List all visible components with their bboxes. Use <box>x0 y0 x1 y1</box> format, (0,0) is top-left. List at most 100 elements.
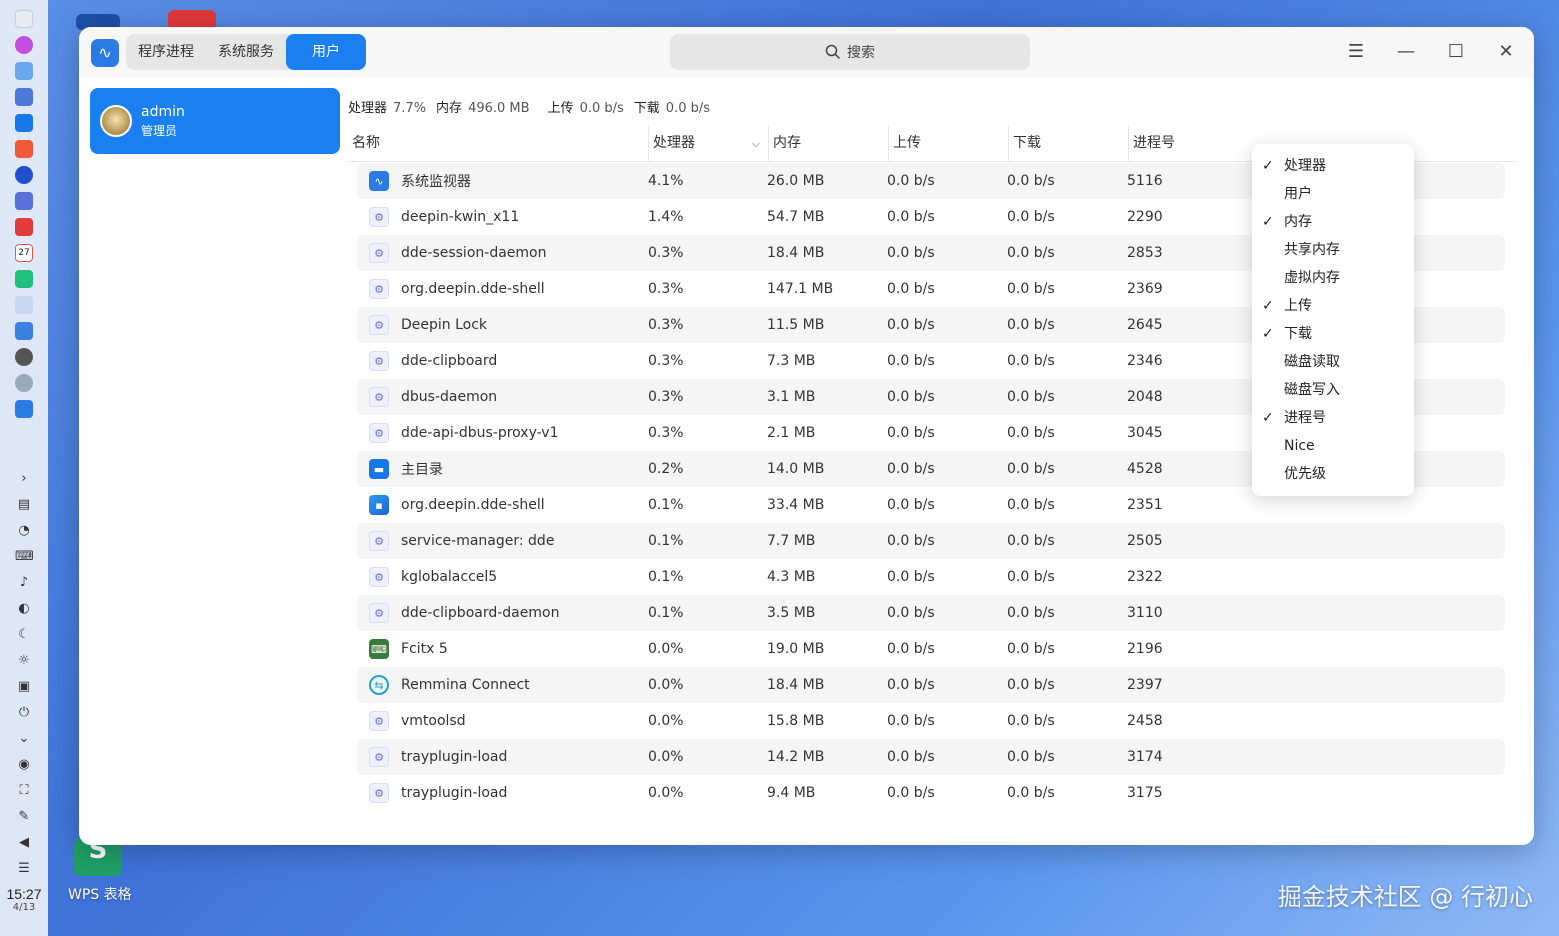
chevron-down-circle-icon[interactable]: ⌄ <box>15 730 33 748</box>
launcher-icon[interactable] <box>15 10 33 28</box>
file-manager-icon[interactable] <box>15 114 33 132</box>
settings-icon[interactable] <box>15 348 33 366</box>
generic-process-icon: ⚙ <box>369 711 389 731</box>
maximize-button[interactable]: ☐ <box>1440 36 1472 68</box>
search-placeholder: 搜索 <box>847 45 875 61</box>
cell-cpu: 0.0% <box>648 713 684 729</box>
menu-item-column[interactable]: Nice <box>1252 432 1414 460</box>
menu-item-column[interactable]: ✓ 进程号 <box>1252 404 1414 432</box>
browser-icon[interactable] <box>15 36 33 54</box>
toggles-icon[interactable]: ☰ <box>15 860 33 878</box>
mail-icon[interactable] <box>15 192 33 210</box>
pen-icon[interactable]: ✎ <box>15 808 33 826</box>
menu-item-column[interactable]: 磁盘写入 <box>1252 376 1414 404</box>
cell-name: ▬ 主目录 <box>357 459 647 479</box>
process-name: org.deepin.dde-shell <box>401 281 545 297</box>
menu-item-column[interactable]: 用户 <box>1252 180 1414 208</box>
window-icon[interactable]: ▣ <box>15 678 33 696</box>
table-row[interactable]: ⚙ service-manager: dde 0.1% 7.7 MB 0.0 b/s 0.… <box>357 523 1505 559</box>
summary-cpu-label: 处理器 <box>348 101 388 116</box>
cell-mem: 2.1 MB <box>767 425 816 441</box>
power-icon[interactable]: ⏻ <box>15 704 33 722</box>
cell-down: 0.0 b/s <box>1007 317 1055 333</box>
dock-clock[interactable]: 15:27 4/13 <box>0 886 48 913</box>
cell-cpu: 0.0% <box>648 641 684 657</box>
column-header-up[interactable]: 上传 <box>888 125 1008 161</box>
notes-icon[interactable] <box>15 296 33 314</box>
table-row[interactable]: ⚙ trayplugin-load 0.0% 14.2 MB 0.0 b/s 0.0 b/… <box>357 739 1505 775</box>
control-icon[interactable] <box>15 322 33 340</box>
table-row[interactable]: ⚙ vmtoolsd 0.0% 15.8 MB 0.0 b/s 0.0 b/s 2458 <box>357 703 1505 739</box>
menu-item-column[interactable]: ✓ 下载 <box>1252 320 1414 348</box>
search-input[interactable]: 搜索 <box>670 34 1030 70</box>
process-name: dbus-daemon <box>401 389 498 405</box>
calendar-icon[interactable]: 27 <box>15 244 33 262</box>
column-header-cpu[interactable]: 处理器 ⌵ <box>648 125 768 161</box>
cell-down: 0.0 b/s <box>1007 605 1055 621</box>
minimize-button[interactable]: — <box>1390 36 1422 68</box>
table-row[interactable]: ⚙ dde-clipboard-daemon 0.1% 3.5 MB 0.0 b/s 0.… <box>357 595 1505 631</box>
table-row[interactable]: ⇆ Remmina Connect 0.0% 18.4 MB 0.0 b/s 0.0 b/… <box>357 667 1505 703</box>
search-icon <box>825 44 841 60</box>
terminal-red-icon[interactable] <box>15 218 33 236</box>
table-row[interactable]: ⌨ Fcitx 5 0.0% 19.0 MB 0.0 b/s 0.0 b/s 2196 <box>357 631 1505 667</box>
menu-item-label: Nice <box>1284 438 1315 454</box>
table-row[interactable]: ⚙ trayplugin-load 0.0% 9.4 MB 0.0 b/s 0.0 b/s… <box>357 775 1505 811</box>
menu-item-column[interactable]: ✓ 内存 <box>1252 208 1414 236</box>
tab-services[interactable]: 系统服务 <box>206 34 286 70</box>
menu-item-column[interactable]: 虚拟内存 <box>1252 264 1414 292</box>
menu-item-column[interactable]: 优先级 <box>1252 460 1414 488</box>
column-header-name[interactable]: 名称 <box>348 125 648 161</box>
cell-mem: 7.7 MB <box>767 533 816 549</box>
app-store-icon[interactable] <box>15 140 33 158</box>
user-card-admin[interactable]: admin 管理员 <box>90 88 340 154</box>
folder-home-icon: ▬ <box>369 459 389 479</box>
column-header-mem[interactable]: 内存 <box>768 125 888 161</box>
widgets-icon[interactable] <box>15 88 33 106</box>
contrast-icon[interactable]: ◐ <box>15 600 33 618</box>
system-monitor-icon[interactable] <box>15 400 33 418</box>
cell-pid: 3110 <box>1127 605 1163 621</box>
cell-up: 0.0 b/s <box>887 569 935 585</box>
screenshot-icon[interactable]: ⛶ <box>15 782 33 800</box>
chevron-down-icon: ⌵ <box>751 137 760 150</box>
column-header-down[interactable]: 下载 <box>1008 125 1128 161</box>
browser2-icon[interactable] <box>15 166 33 184</box>
gauge-icon[interactable]: ◔ <box>15 522 33 540</box>
music-icon[interactable] <box>15 270 33 288</box>
menu-item-column[interactable]: 磁盘读取 <box>1252 348 1414 376</box>
clipboard-icon[interactable]: ▤ <box>15 496 33 514</box>
menu-item-column[interactable]: ✓ 处理器 <box>1252 152 1414 180</box>
cell-pid: 2290 <box>1127 209 1163 225</box>
cell-pid: 2645 <box>1127 317 1163 333</box>
menu-item-column[interactable]: 共享内存 <box>1252 236 1414 264</box>
cell-up: 0.0 b/s <box>887 785 935 801</box>
menu-item-column[interactable]: ✓ 上传 <box>1252 292 1414 320</box>
brightness-icon[interactable]: ☼ <box>15 652 33 670</box>
table-row[interactable]: ⚙ kglobalaccel5 0.1% 4.3 MB 0.0 b/s 0.0 b/s 23… <box>357 559 1505 595</box>
generic-process-icon: ⚙ <box>369 423 389 443</box>
process-name: service-manager: dde <box>401 533 555 549</box>
process-name: vmtoolsd <box>401 713 466 729</box>
tab-processes[interactable]: 程序进程 <box>126 34 206 70</box>
cell-down: 0.0 b/s <box>1007 749 1055 765</box>
volume-icon[interactable]: ◀ <box>15 834 33 852</box>
bell-icon[interactable]: ♪ <box>15 574 33 592</box>
chevron-right-icon[interactable]: › <box>15 470 33 488</box>
moon-icon[interactable]: ☾ <box>15 626 33 644</box>
menu-button[interactable]: ☰ <box>1340 36 1372 68</box>
process-name: 系统监视器 <box>401 174 471 190</box>
cell-pid: 2196 <box>1127 641 1163 657</box>
disk-icon[interactable] <box>15 374 33 392</box>
menu-item-label: 处理器 <box>1284 158 1326 174</box>
cell-down: 0.0 b/s <box>1007 641 1055 657</box>
tab-users[interactable]: 用户 <box>286 34 366 70</box>
cell-cpu: 0.3% <box>648 425 684 441</box>
close-button[interactable]: ✕ <box>1490 36 1522 68</box>
record-icon[interactable]: ◉ <box>15 756 33 774</box>
process-name: Fcitx 5 <box>401 641 448 657</box>
generic-process-icon: ⚙ <box>369 531 389 551</box>
file-search-icon[interactable] <box>15 62 33 80</box>
keyboard-icon[interactable]: ⌨ <box>15 548 34 566</box>
cell-name: ⚙ Deepin Lock <box>357 315 647 335</box>
